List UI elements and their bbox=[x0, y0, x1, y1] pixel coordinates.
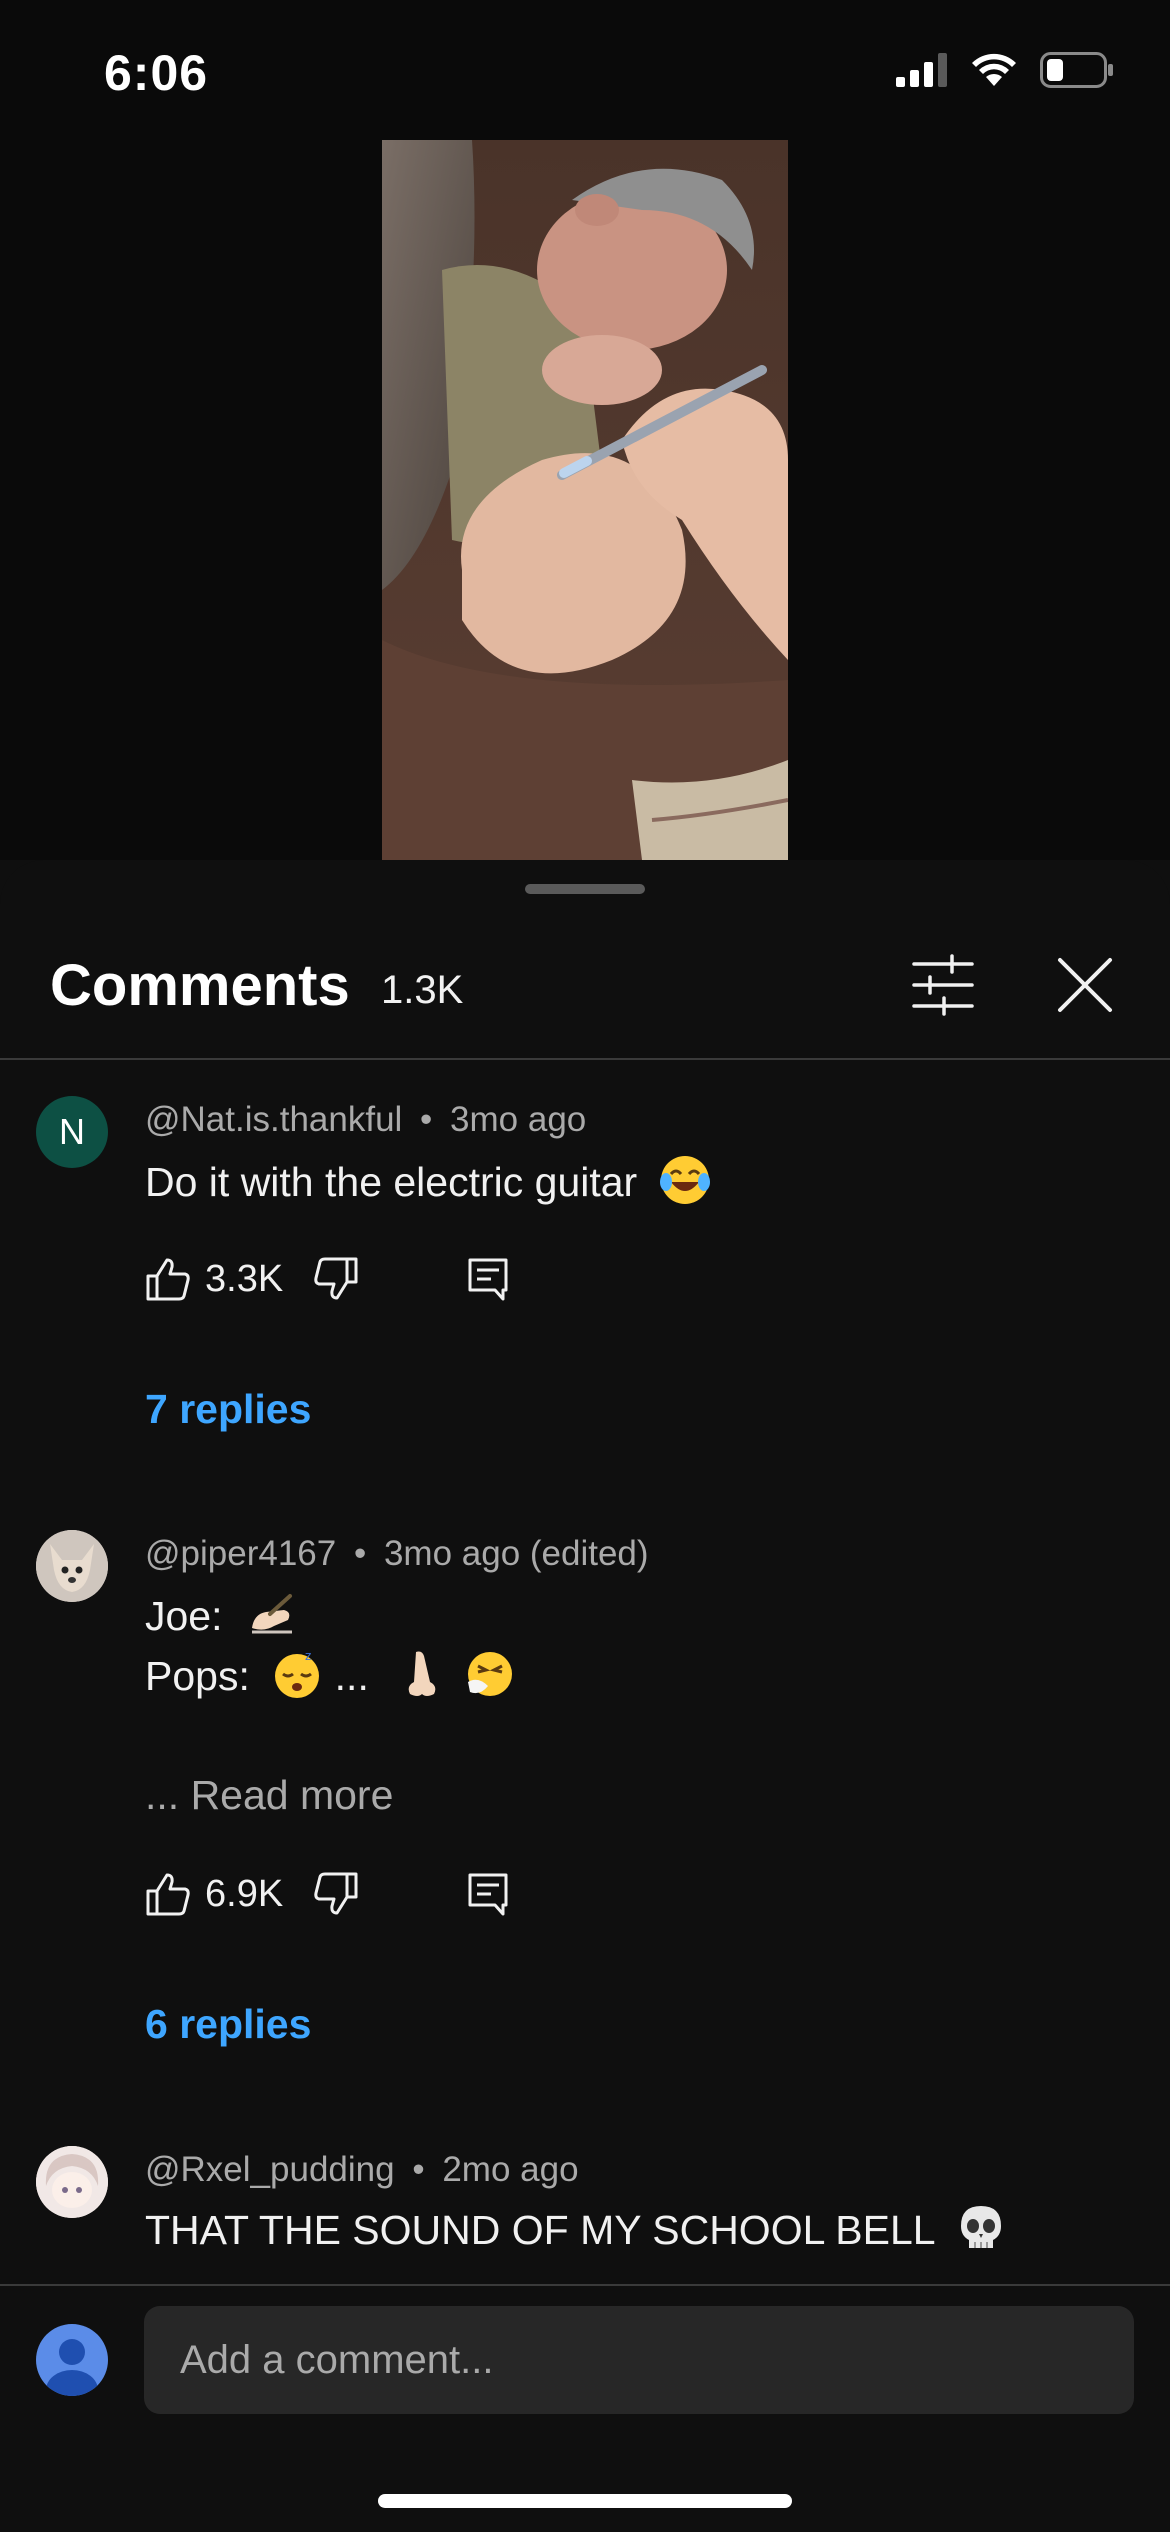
comment-meta: @Rxel_pudding • 2mo ago bbox=[145, 2150, 579, 2190]
thumbs-up-icon bbox=[146, 1873, 190, 1916]
comment-text: Joe: Pops: z ... bbox=[145, 1586, 516, 1706]
anime-avatar-icon bbox=[36, 2146, 108, 2218]
sliders-icon bbox=[912, 954, 974, 1016]
comment-actions: 6.9K bbox=[145, 1871, 645, 1931]
meta-separator: • bbox=[353, 1534, 367, 1573]
comment-text-line: THAT THE SOUND OF MY SCHOOL BELL bbox=[145, 2207, 935, 2253]
reply-button[interactable] bbox=[465, 1871, 511, 1917]
comment-time: 3mo ago bbox=[450, 1100, 587, 1139]
meta-separator: • bbox=[420, 1100, 433, 1139]
sneezing-face-emoji-icon bbox=[467, 1652, 512, 1696]
meta-separator: • bbox=[412, 2150, 425, 2189]
comment-text-line: Joe: bbox=[145, 1586, 516, 1646]
user-icon bbox=[46, 2339, 98, 2396]
comments-title: Comments bbox=[50, 953, 350, 1018]
comment-text: THAT THE SOUND OF MY SCHOOL BELL bbox=[145, 2200, 1007, 2260]
writing-hand-emoji-icon bbox=[251, 1594, 292, 1634]
like-button[interactable] bbox=[145, 1256, 191, 1302]
skull-emoji-icon bbox=[961, 2206, 1002, 2248]
replies-link[interactable]: 7 replies bbox=[145, 1386, 311, 1433]
comment-author[interactable]: @piper4167 bbox=[145, 1534, 336, 1573]
comment-text-line: Do it with the electric guitar bbox=[145, 1159, 638, 1205]
comment-actions: 3.3K bbox=[145, 1256, 645, 1316]
like-button[interactable] bbox=[145, 1871, 191, 1917]
dislike-button[interactable] bbox=[313, 1871, 359, 1917]
avatar-letter: N bbox=[59, 1111, 85, 1152]
video-frame[interactable] bbox=[382, 140, 788, 860]
ellipsis-text: ... bbox=[334, 1653, 369, 1699]
dog-avatar-icon bbox=[36, 1530, 108, 1602]
header-divider bbox=[0, 1058, 1170, 1060]
filter-button[interactable] bbox=[908, 950, 978, 1020]
dislike-button[interactable] bbox=[313, 1256, 359, 1302]
wifi-icon bbox=[972, 53, 1016, 86]
thumbs-down-icon bbox=[314, 1872, 358, 1915]
comment-meta: @Nat.is.thankful • 3mo ago bbox=[145, 1100, 586, 1140]
close-icon bbox=[1058, 958, 1112, 1012]
avatar[interactable] bbox=[36, 2146, 108, 2218]
comment-time: 3mo ago (edited) bbox=[383, 1534, 649, 1573]
laughing-tears-emoji-icon bbox=[659, 1156, 710, 1204]
status-time: 6:06 bbox=[104, 45, 209, 101]
comment-author[interactable]: @Nat.is.thankful bbox=[145, 1100, 402, 1139]
comment-meta: @piper4167 • 3mo ago (edited) bbox=[145, 1534, 649, 1574]
read-more-link[interactable]: ... Read more bbox=[145, 1772, 393, 1819]
avatar[interactable] bbox=[36, 1530, 108, 1602]
home-indicator[interactable] bbox=[378, 2494, 792, 2508]
reply-button[interactable] bbox=[465, 1256, 511, 1302]
avatar[interactable]: N bbox=[36, 1096, 108, 1168]
status-bar: 6:06 bbox=[0, 0, 1170, 140]
status-icons bbox=[896, 52, 1114, 88]
replies-link[interactable]: 6 replies bbox=[145, 2001, 311, 2048]
like-count: 3.3K bbox=[205, 1258, 284, 1300]
comment-input-bar bbox=[0, 2284, 1170, 2532]
reply-comment-icon bbox=[468, 1873, 508, 1916]
svg-text:z: z bbox=[305, 1649, 311, 1663]
video-player[interactable] bbox=[0, 140, 1170, 860]
cellular-signal-icon bbox=[896, 53, 947, 87]
sleeping-face-emoji-icon: z bbox=[275, 1649, 320, 1698]
add-comment-input[interactable] bbox=[144, 2306, 1134, 2414]
close-button[interactable] bbox=[1050, 950, 1120, 1020]
drag-handle[interactable] bbox=[525, 884, 645, 894]
battery-icon bbox=[1040, 52, 1113, 88]
thumbs-up-icon bbox=[146, 1258, 190, 1301]
comment-author[interactable]: @Rxel_pudding bbox=[145, 2150, 395, 2189]
comment-text: Do it with the electric guitar bbox=[145, 1152, 711, 1212]
user-avatar[interactable] bbox=[36, 2324, 108, 2396]
like-count: 6.9K bbox=[205, 1873, 284, 1915]
nose-emoji-icon bbox=[408, 1651, 436, 1696]
comment-text-line: Pops: z ... bbox=[145, 1646, 516, 1706]
reply-comment-icon bbox=[468, 1258, 508, 1301]
comments-count: 1.3K bbox=[381, 968, 464, 1012]
thumbs-down-icon bbox=[314, 1257, 358, 1300]
comment-time: 2mo ago bbox=[442, 2150, 579, 2189]
